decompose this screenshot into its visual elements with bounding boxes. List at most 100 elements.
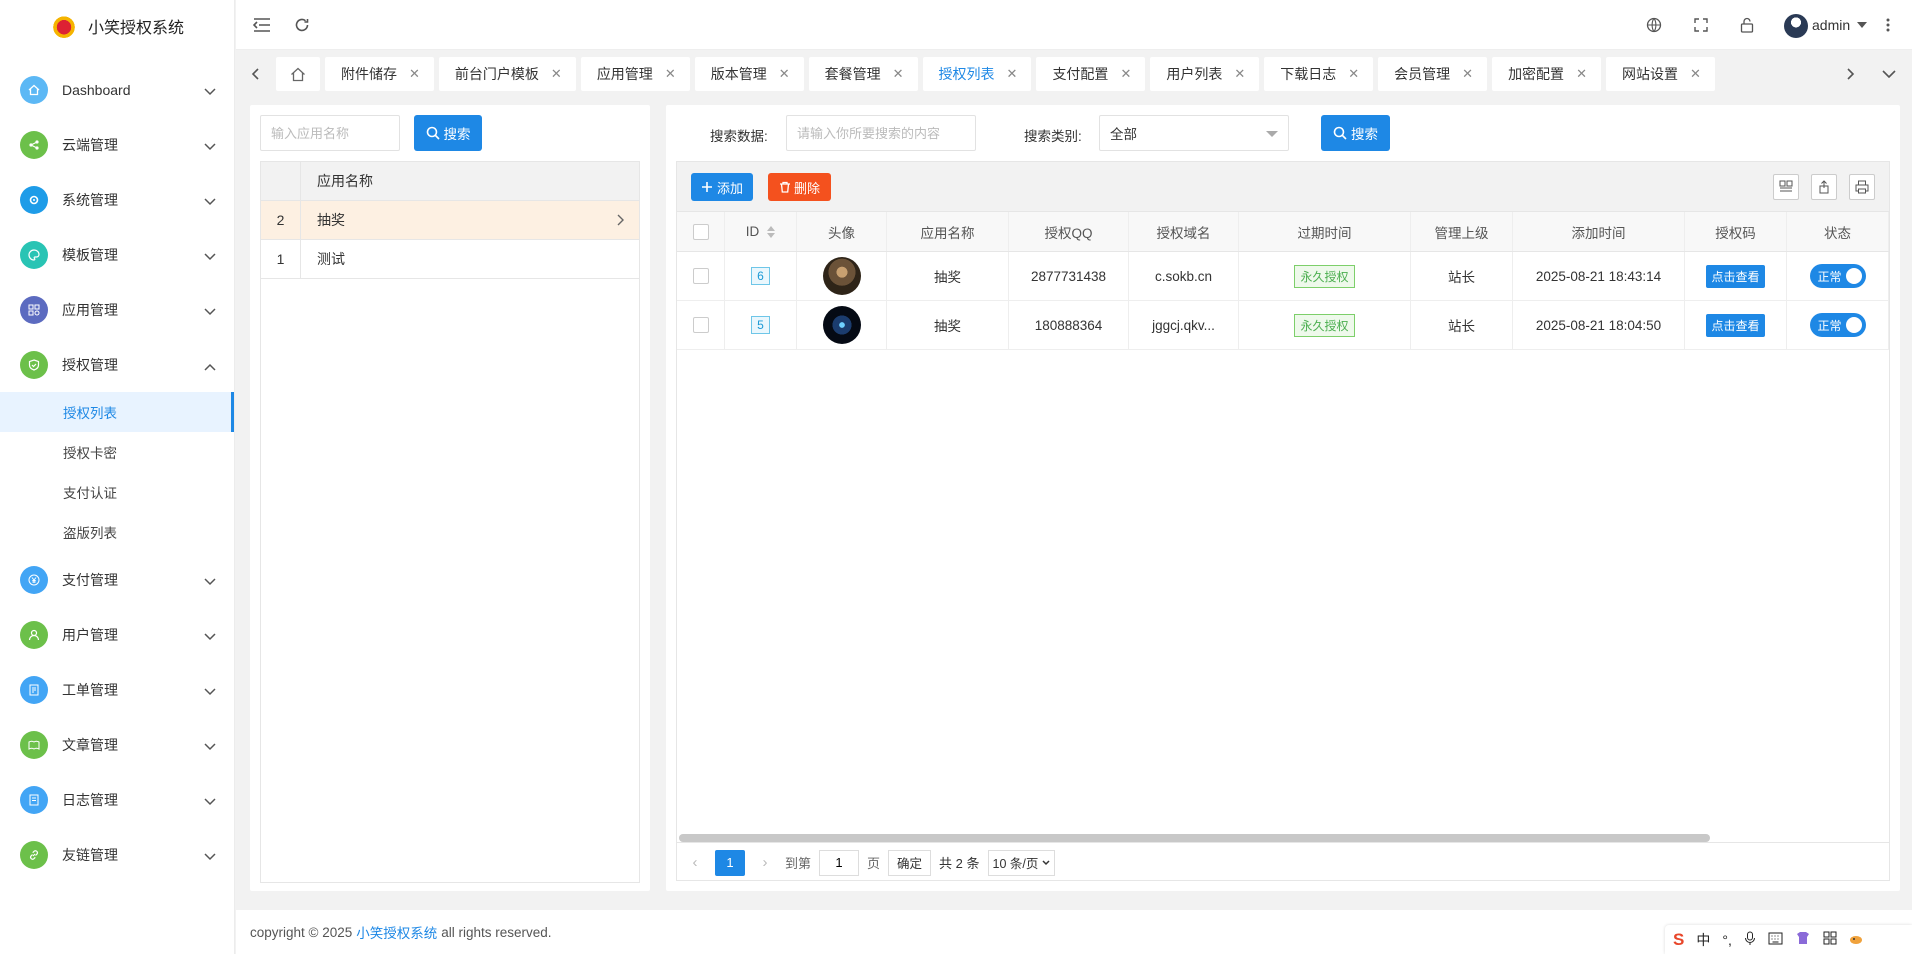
close-icon[interactable]: ✕ [1690, 66, 1701, 82]
scrollbar-thumb[interactable] [679, 834, 1710, 842]
sidebar-item-10[interactable]: 日志管理 [0, 772, 234, 827]
authorization-search-button[interactable]: 搜索 [1321, 115, 1390, 151]
tab-1[interactable]: 前台门户模板 ✕ [438, 57, 576, 91]
close-icon[interactable]: ✕ [1120, 66, 1131, 82]
app-name-column-header: 应用名称 [317, 173, 373, 189]
language-icon[interactable] [1644, 15, 1664, 35]
page-size-select[interactable]: 10 条/页 [987, 849, 1056, 876]
close-icon[interactable]: ✕ [1462, 66, 1473, 82]
sidebar-item-4[interactable]: 应用管理 [0, 282, 234, 337]
menu-collapse-icon[interactable] [252, 15, 272, 35]
sidebar-subitem-1[interactable]: 授权卡密 [0, 432, 234, 472]
app-row[interactable]: 1 测试 [261, 240, 639, 279]
skin-icon[interactable] [1795, 931, 1811, 948]
close-icon[interactable]: ✕ [893, 66, 904, 82]
sidebar-item-label: Dashboard [62, 81, 131, 98]
mascot-icon[interactable] [1849, 932, 1863, 948]
row-checkbox[interactable] [692, 317, 709, 333]
prev-page-icon[interactable]: ‹ [683, 854, 707, 871]
username[interactable]: admin [1812, 17, 1850, 33]
sidebar-item-11[interactable]: 友链管理 [0, 827, 234, 882]
search-type-select[interactable]: 全部 [1099, 115, 1289, 151]
tab-home[interactable] [276, 57, 320, 91]
status-toggle[interactable]: 正常 [1809, 313, 1866, 337]
footer-system-link[interactable]: 小笑授权系统 [356, 922, 437, 942]
app-logo[interactable]: 小笑授权系统 [0, 0, 234, 52]
sidebar-item-2[interactable]: 系统管理 [0, 172, 234, 227]
sidebar-item-9[interactable]: 文章管理 [0, 717, 234, 772]
more-vertical-icon[interactable] [1878, 15, 1898, 35]
sogou-logo-icon[interactable]: S [1673, 930, 1684, 950]
tab-0[interactable]: 附件储存 ✕ [325, 57, 434, 91]
app-search-button[interactable]: 搜索 [414, 115, 482, 151]
next-page-icon[interactable]: › [753, 854, 777, 871]
row-checkbox[interactable] [692, 268, 709, 284]
lock-icon[interactable] [1737, 15, 1757, 35]
share-icon [20, 130, 48, 159]
close-icon[interactable]: ✕ [1234, 66, 1245, 82]
horizontal-scrollbar[interactable] [677, 832, 1889, 842]
search-data-input[interactable] [786, 115, 976, 151]
tab-9[interactable]: 会员管理 ✕ [1378, 57, 1488, 91]
tab-4[interactable]: 套餐管理 ✕ [808, 57, 918, 91]
tab-5[interactable]: 授权列表 ✕ [922, 57, 1032, 91]
columns-filter-icon[interactable] [1773, 174, 1799, 200]
fullscreen-icon[interactable] [1691, 15, 1711, 35]
print-icon[interactable] [1849, 174, 1875, 200]
sidebar-item-3[interactable]: 模板管理 [0, 227, 234, 282]
tabs-dropdown-icon[interactable] [1874, 59, 1904, 89]
delete-button[interactable]: 删除 [768, 173, 831, 201]
sidebar-item-7[interactable]: 用户管理 [0, 607, 234, 662]
export-icon[interactable] [1811, 174, 1837, 200]
app-name-search-input[interactable] [260, 115, 400, 151]
tabs-prev-icon[interactable] [240, 59, 270, 89]
close-icon[interactable]: ✕ [409, 66, 420, 82]
sidebar-item-6[interactable]: 支付管理 [0, 552, 234, 607]
toolbox-icon[interactable] [1823, 931, 1837, 948]
sidebar-subitem-0[interactable]: 授权列表 [0, 392, 234, 432]
user-avatar[interactable] [1784, 14, 1808, 38]
table-toolbar: 添加 删除 [677, 162, 1889, 212]
add-button[interactable]: 添加 [691, 173, 753, 201]
sidebar-subitem-3[interactable]: 盗版列表 [0, 512, 234, 552]
close-icon[interactable]: ✕ [551, 66, 562, 82]
close-icon[interactable]: ✕ [1576, 66, 1587, 82]
tab-3[interactable]: 版本管理 ✕ [694, 57, 804, 91]
close-icon[interactable]: ✕ [1348, 66, 1359, 82]
tab-7[interactable]: 用户列表 ✕ [1150, 57, 1260, 91]
ime-mode[interactable]: 中 [1696, 930, 1710, 950]
tab-11[interactable]: 网站设置 ✕ [1605, 57, 1715, 91]
sidebar-item-label: 应用管理 [62, 301, 118, 318]
column-header-0[interactable]: ID [725, 212, 797, 251]
sidebar-item-8[interactable]: 工单管理 [0, 662, 234, 717]
caret-down-icon[interactable] [1852, 15, 1872, 35]
punctuation-icon[interactable]: °, [1722, 932, 1732, 948]
view-code-button[interactable]: 点击查看 [1706, 264, 1765, 288]
table-cell: 2025-08-21 18:04:50 [1513, 301, 1685, 349]
sidebar-item-1[interactable]: 云端管理 [0, 117, 234, 172]
refresh-icon[interactable] [292, 15, 312, 35]
close-icon[interactable]: ✕ [1007, 66, 1018, 82]
sidebar-subitem-2[interactable]: 支付认证 [0, 472, 234, 512]
sort-icon[interactable] [767, 225, 776, 238]
close-icon[interactable]: ✕ [665, 66, 676, 82]
sidebar-item-5[interactable]: 授权管理 [0, 337, 234, 392]
tab-label: 版本管理 [710, 66, 767, 82]
ticket-icon [20, 675, 48, 704]
microphone-icon[interactable] [1744, 931, 1756, 949]
status-toggle[interactable]: 正常 [1809, 264, 1866, 288]
goto-confirm-button[interactable]: 确定 [888, 849, 932, 876]
goto-page-input[interactable] [819, 849, 860, 876]
select-all-checkbox[interactable] [692, 223, 709, 240]
tab-6[interactable]: 支付配置 ✕ [1036, 57, 1146, 91]
close-icon[interactable]: ✕ [779, 66, 790, 82]
tab-8[interactable]: 下载日志 ✕ [1264, 57, 1374, 91]
current-page[interactable]: 1 [715, 849, 745, 876]
tab-2[interactable]: 应用管理 ✕ [580, 57, 690, 91]
app-row[interactable]: 2 抽奖 [261, 201, 639, 240]
keyboard-icon[interactable] [1768, 932, 1783, 948]
tab-10[interactable]: 加密配置 ✕ [1492, 57, 1601, 91]
sidebar-item-0[interactable]: Dashboard [0, 62, 234, 117]
tabs-next-icon[interactable] [1836, 59, 1866, 89]
view-code-button[interactable]: 点击查看 [1706, 313, 1765, 337]
